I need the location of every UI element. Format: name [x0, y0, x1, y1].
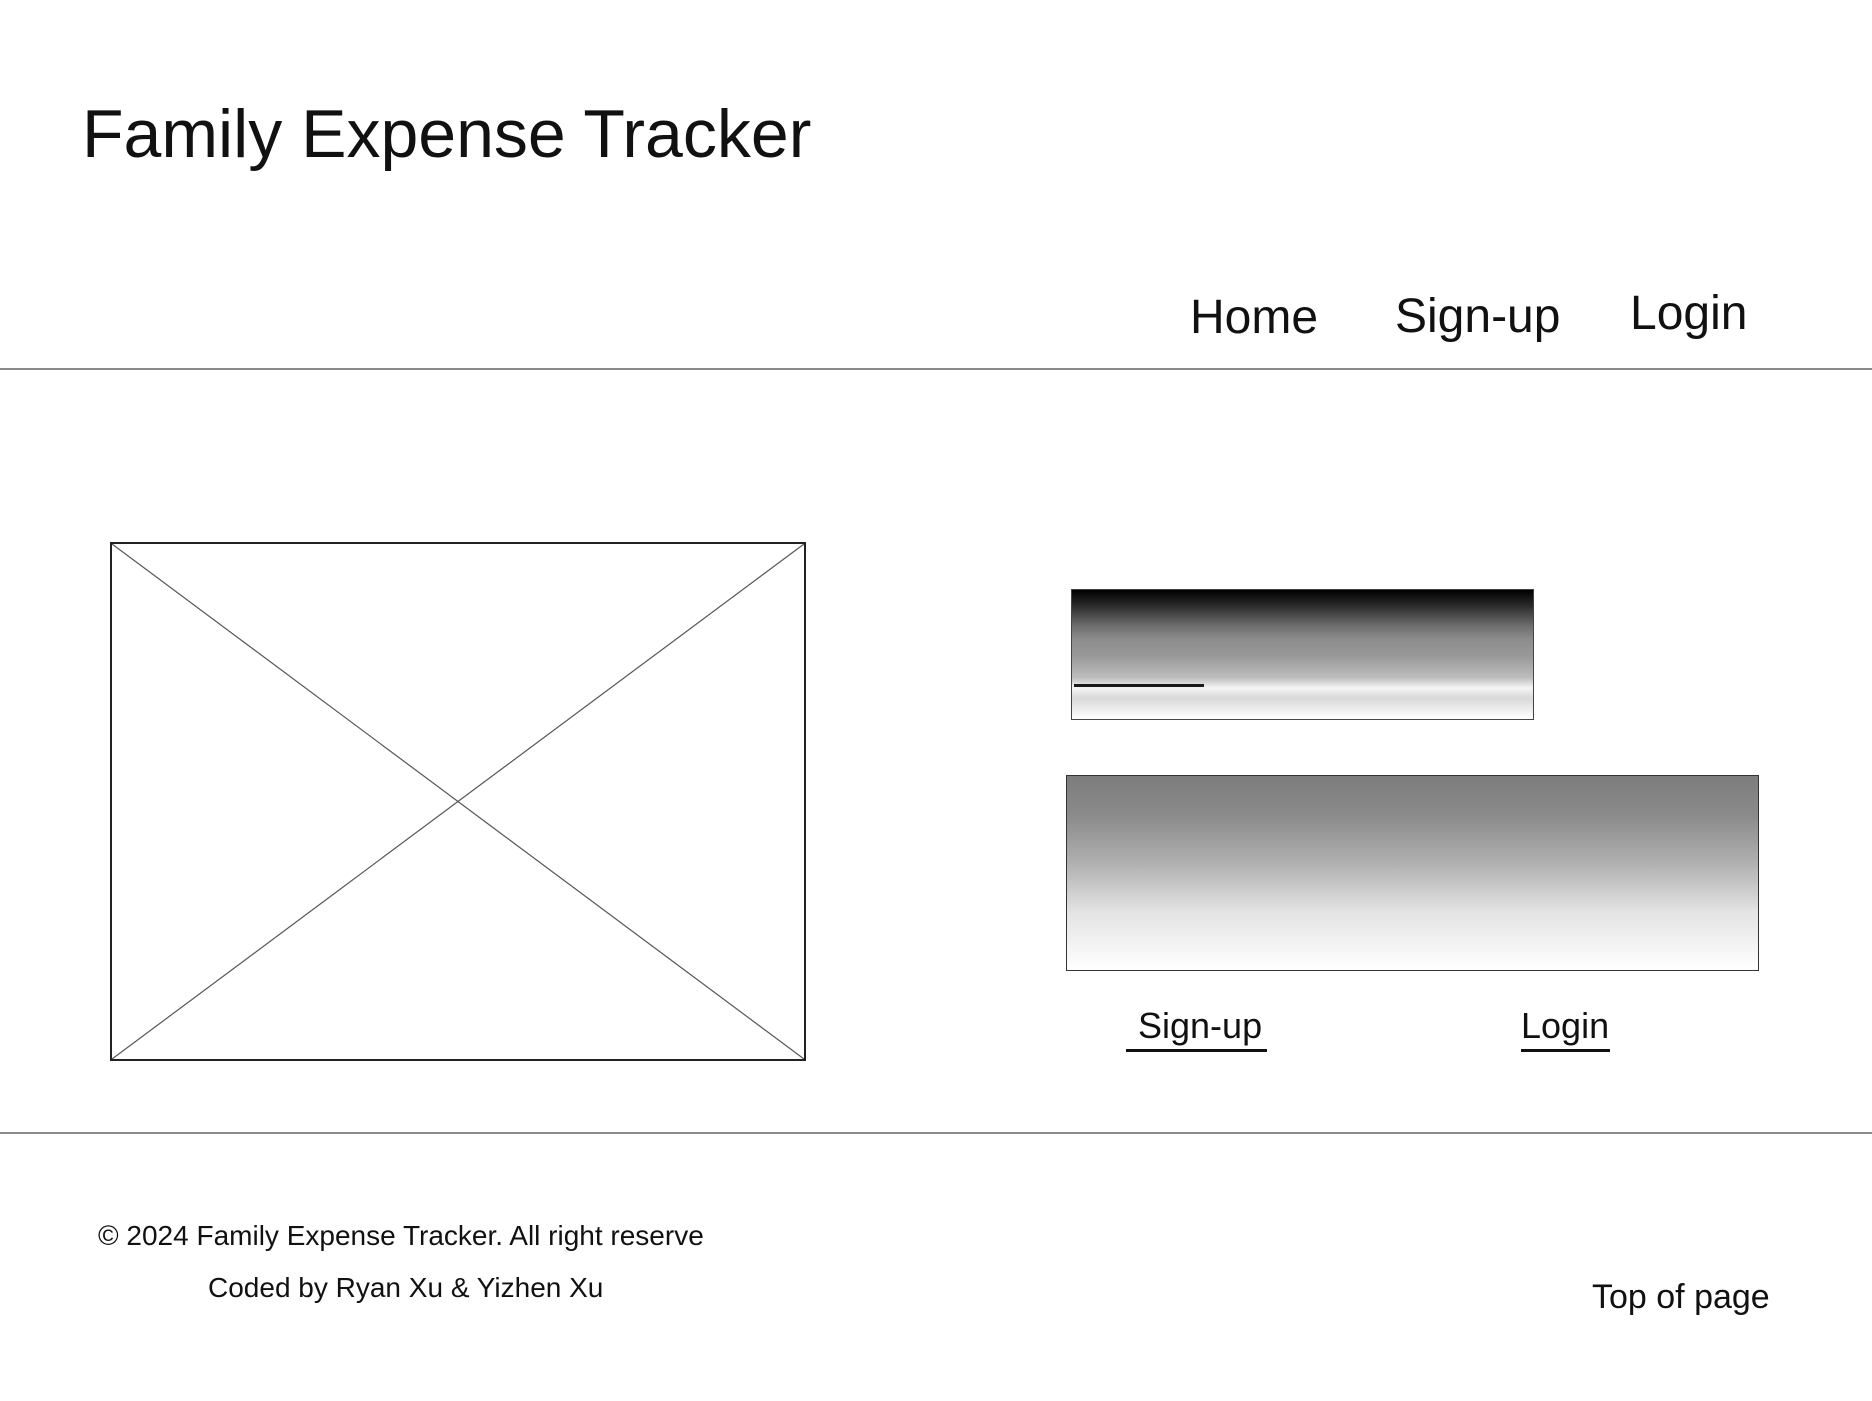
panel-streak	[1074, 684, 1204, 687]
footer-divider	[0, 1132, 1872, 1134]
login-underline	[1521, 1049, 1610, 1052]
image-placeholder	[110, 542, 806, 1061]
header-divider	[0, 368, 1872, 370]
top-of-page-link[interactable]: Top of page	[1592, 1280, 1770, 1314]
nav-signup-link[interactable]: Sign-up	[1395, 293, 1560, 341]
copyright-text: © 2024 Family Expense Tracker. All right…	[98, 1220, 704, 1251]
gradient-panel-large	[1066, 775, 1759, 971]
signup-underline	[1126, 1049, 1267, 1052]
login-button[interactable]: Login	[1521, 1008, 1609, 1044]
signup-button[interactable]: Sign-up	[1138, 1008, 1262, 1044]
site-title: Family Expense Tracker	[82, 96, 812, 172]
page: Family Expense Tracker Home Sign-up Logi…	[0, 0, 1872, 1401]
credits-text: Coded by Ryan Xu & Yizhen Xu	[208, 1272, 604, 1303]
image-placeholder-cross-icon	[112, 544, 804, 1059]
gradient-panel-small	[1071, 589, 1534, 720]
nav-login-link[interactable]: Login	[1630, 290, 1747, 338]
nav-home-link[interactable]: Home	[1190, 294, 1318, 342]
